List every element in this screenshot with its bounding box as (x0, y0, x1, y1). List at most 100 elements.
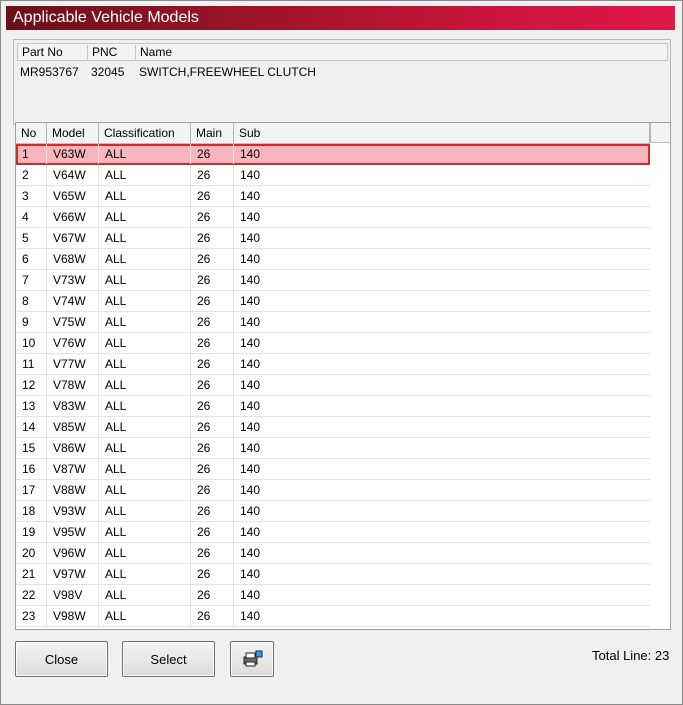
row-main: 26 (191, 396, 234, 416)
table-row[interactable]: 21 V97W ALL 26 140 (16, 564, 650, 585)
row-no: 11 (16, 354, 47, 374)
row-main: 26 (191, 249, 234, 269)
table-row[interactable]: 9 V75W ALL 26 140 (16, 312, 650, 333)
row-main: 26 (191, 438, 234, 458)
table-row[interactable]: 6 V68W ALL 26 140 (16, 249, 650, 270)
row-main: 26 (191, 144, 234, 164)
row-model: V77W (47, 354, 99, 374)
table-row[interactable]: 11 V77W ALL 26 140 (16, 354, 650, 375)
total-line: Total Line: 23 (592, 648, 670, 663)
row-classification: ALL (99, 375, 191, 395)
row-sub: 140 (240, 252, 261, 266)
row-no: 5 (16, 228, 47, 248)
print-button[interactable] (230, 641, 274, 677)
printer-icon (243, 650, 263, 667)
table-row[interactable]: 7 V73W ALL 26 140 (16, 270, 650, 291)
row-model: V98W (47, 606, 99, 626)
row-classification: ALL (99, 312, 191, 332)
row-main: 26 (191, 375, 234, 395)
table-row[interactable]: 12 V78W ALL 26 140 (16, 375, 650, 396)
row-no: 2 (16, 165, 47, 185)
row-sub: 140 (240, 294, 261, 308)
row-classification: ALL (99, 417, 191, 437)
row-model: V93W (47, 501, 99, 521)
table-row[interactable]: 8 V74W ALL 26 140 (16, 291, 650, 312)
header-part-no[interactable]: Part No (18, 45, 88, 60)
row-main: 26 (191, 543, 234, 563)
table-row[interactable]: 13 V83W ALL 26 140 (16, 396, 650, 417)
table-row[interactable]: 23 V98W ALL 26 140 (16, 606, 650, 627)
grid-rows: 1 V63W ALL 26 140 2 V64W ALL 26 140 3 V65W ALL 26 140 4… (16, 144, 650, 627)
row-main: 26 (191, 270, 234, 290)
row-main: 26 (191, 186, 234, 206)
row-main: 26 (191, 333, 234, 353)
table-row[interactable]: 19 V95W ALL 26 140 (16, 522, 650, 543)
row-model: V68W (47, 249, 99, 269)
row-main: 26 (191, 501, 234, 521)
row-no: 22 (16, 585, 47, 605)
row-main: 26 (191, 312, 234, 332)
row-classification: ALL (99, 207, 191, 227)
row-main: 26 (191, 480, 234, 500)
row-sub: 140 (240, 609, 261, 623)
pnc-value: 32045 (91, 65, 125, 79)
row-model: V76W (47, 333, 99, 353)
row-sub: 140 (240, 399, 261, 413)
table-row[interactable]: 17 V88W ALL 26 140 (16, 480, 650, 501)
row-main: 26 (191, 564, 234, 584)
row-model: V95W (47, 522, 99, 542)
table-row[interactable]: 22 V98V ALL 26 140 (16, 585, 650, 606)
table-row[interactable]: 3 V65W ALL 26 140 (16, 186, 650, 207)
row-model: V65W (47, 186, 99, 206)
row-classification: ALL (99, 144, 191, 164)
row-no: 7 (16, 270, 47, 290)
table-row[interactable]: 14 V85W ALL 26 140 (16, 417, 650, 438)
row-classification: ALL (99, 522, 191, 542)
table-row[interactable]: 16 V87W ALL 26 140 (16, 459, 650, 480)
row-no: 20 (16, 543, 47, 563)
select-button[interactable]: Select (122, 641, 215, 677)
part-header: Part No PNC Name (17, 43, 668, 61)
table-row[interactable]: 20 V96W ALL 26 140 (16, 543, 650, 564)
row-classification: ALL (99, 543, 191, 563)
row-classification: ALL (99, 270, 191, 290)
window-title: Applicable Vehicle Models (13, 9, 199, 26)
row-main: 26 (191, 207, 234, 227)
row-model: V85W (47, 417, 99, 437)
table-row[interactable]: 5 V67W ALL 26 140 (16, 228, 650, 249)
row-main: 26 (191, 417, 234, 437)
col-classification[interactable]: Classification (99, 123, 191, 143)
row-main: 26 (191, 354, 234, 374)
table-row[interactable]: 2 V64W ALL 26 140 (16, 165, 650, 186)
part-info-panel: Part No PNC Name MR953767 32045 SWITCH,F… (13, 39, 671, 125)
row-main: 26 (191, 165, 234, 185)
close-button[interactable]: Close (15, 641, 108, 677)
row-main: 26 (191, 228, 234, 248)
col-sub[interactable]: Sub (234, 123, 650, 143)
table-row[interactable]: 18 V93W ALL 26 140 (16, 501, 650, 522)
header-pnc[interactable]: PNC (88, 45, 136, 60)
table-row[interactable]: 10 V76W ALL 26 140 (16, 333, 650, 354)
row-no: 10 (16, 333, 47, 353)
row-sub: 140 (240, 588, 261, 602)
row-no: 17 (16, 480, 47, 500)
row-model: V73W (47, 270, 99, 290)
row-sub: 140 (240, 210, 261, 224)
title-bar[interactable]: Applicable Vehicle Models (6, 6, 675, 30)
table-row[interactable]: 1 V63W ALL 26 140 (16, 144, 650, 165)
row-classification: ALL (99, 438, 191, 458)
row-sub: 140 (240, 147, 261, 161)
col-main[interactable]: Main (191, 123, 234, 143)
row-model: V74W (47, 291, 99, 311)
row-sub: 140 (240, 315, 261, 329)
row-model: V98V (47, 585, 99, 605)
col-model[interactable]: Model (47, 123, 99, 143)
col-no[interactable]: No (16, 123, 47, 143)
header-name[interactable]: Name (136, 45, 667, 60)
table-row[interactable]: 15 V86W ALL 26 140 (16, 438, 650, 459)
row-no: 13 (16, 396, 47, 416)
table-row[interactable]: 4 V66W ALL 26 140 (16, 207, 650, 228)
row-main: 26 (191, 585, 234, 605)
row-classification: ALL (99, 165, 191, 185)
row-classification: ALL (99, 501, 191, 521)
